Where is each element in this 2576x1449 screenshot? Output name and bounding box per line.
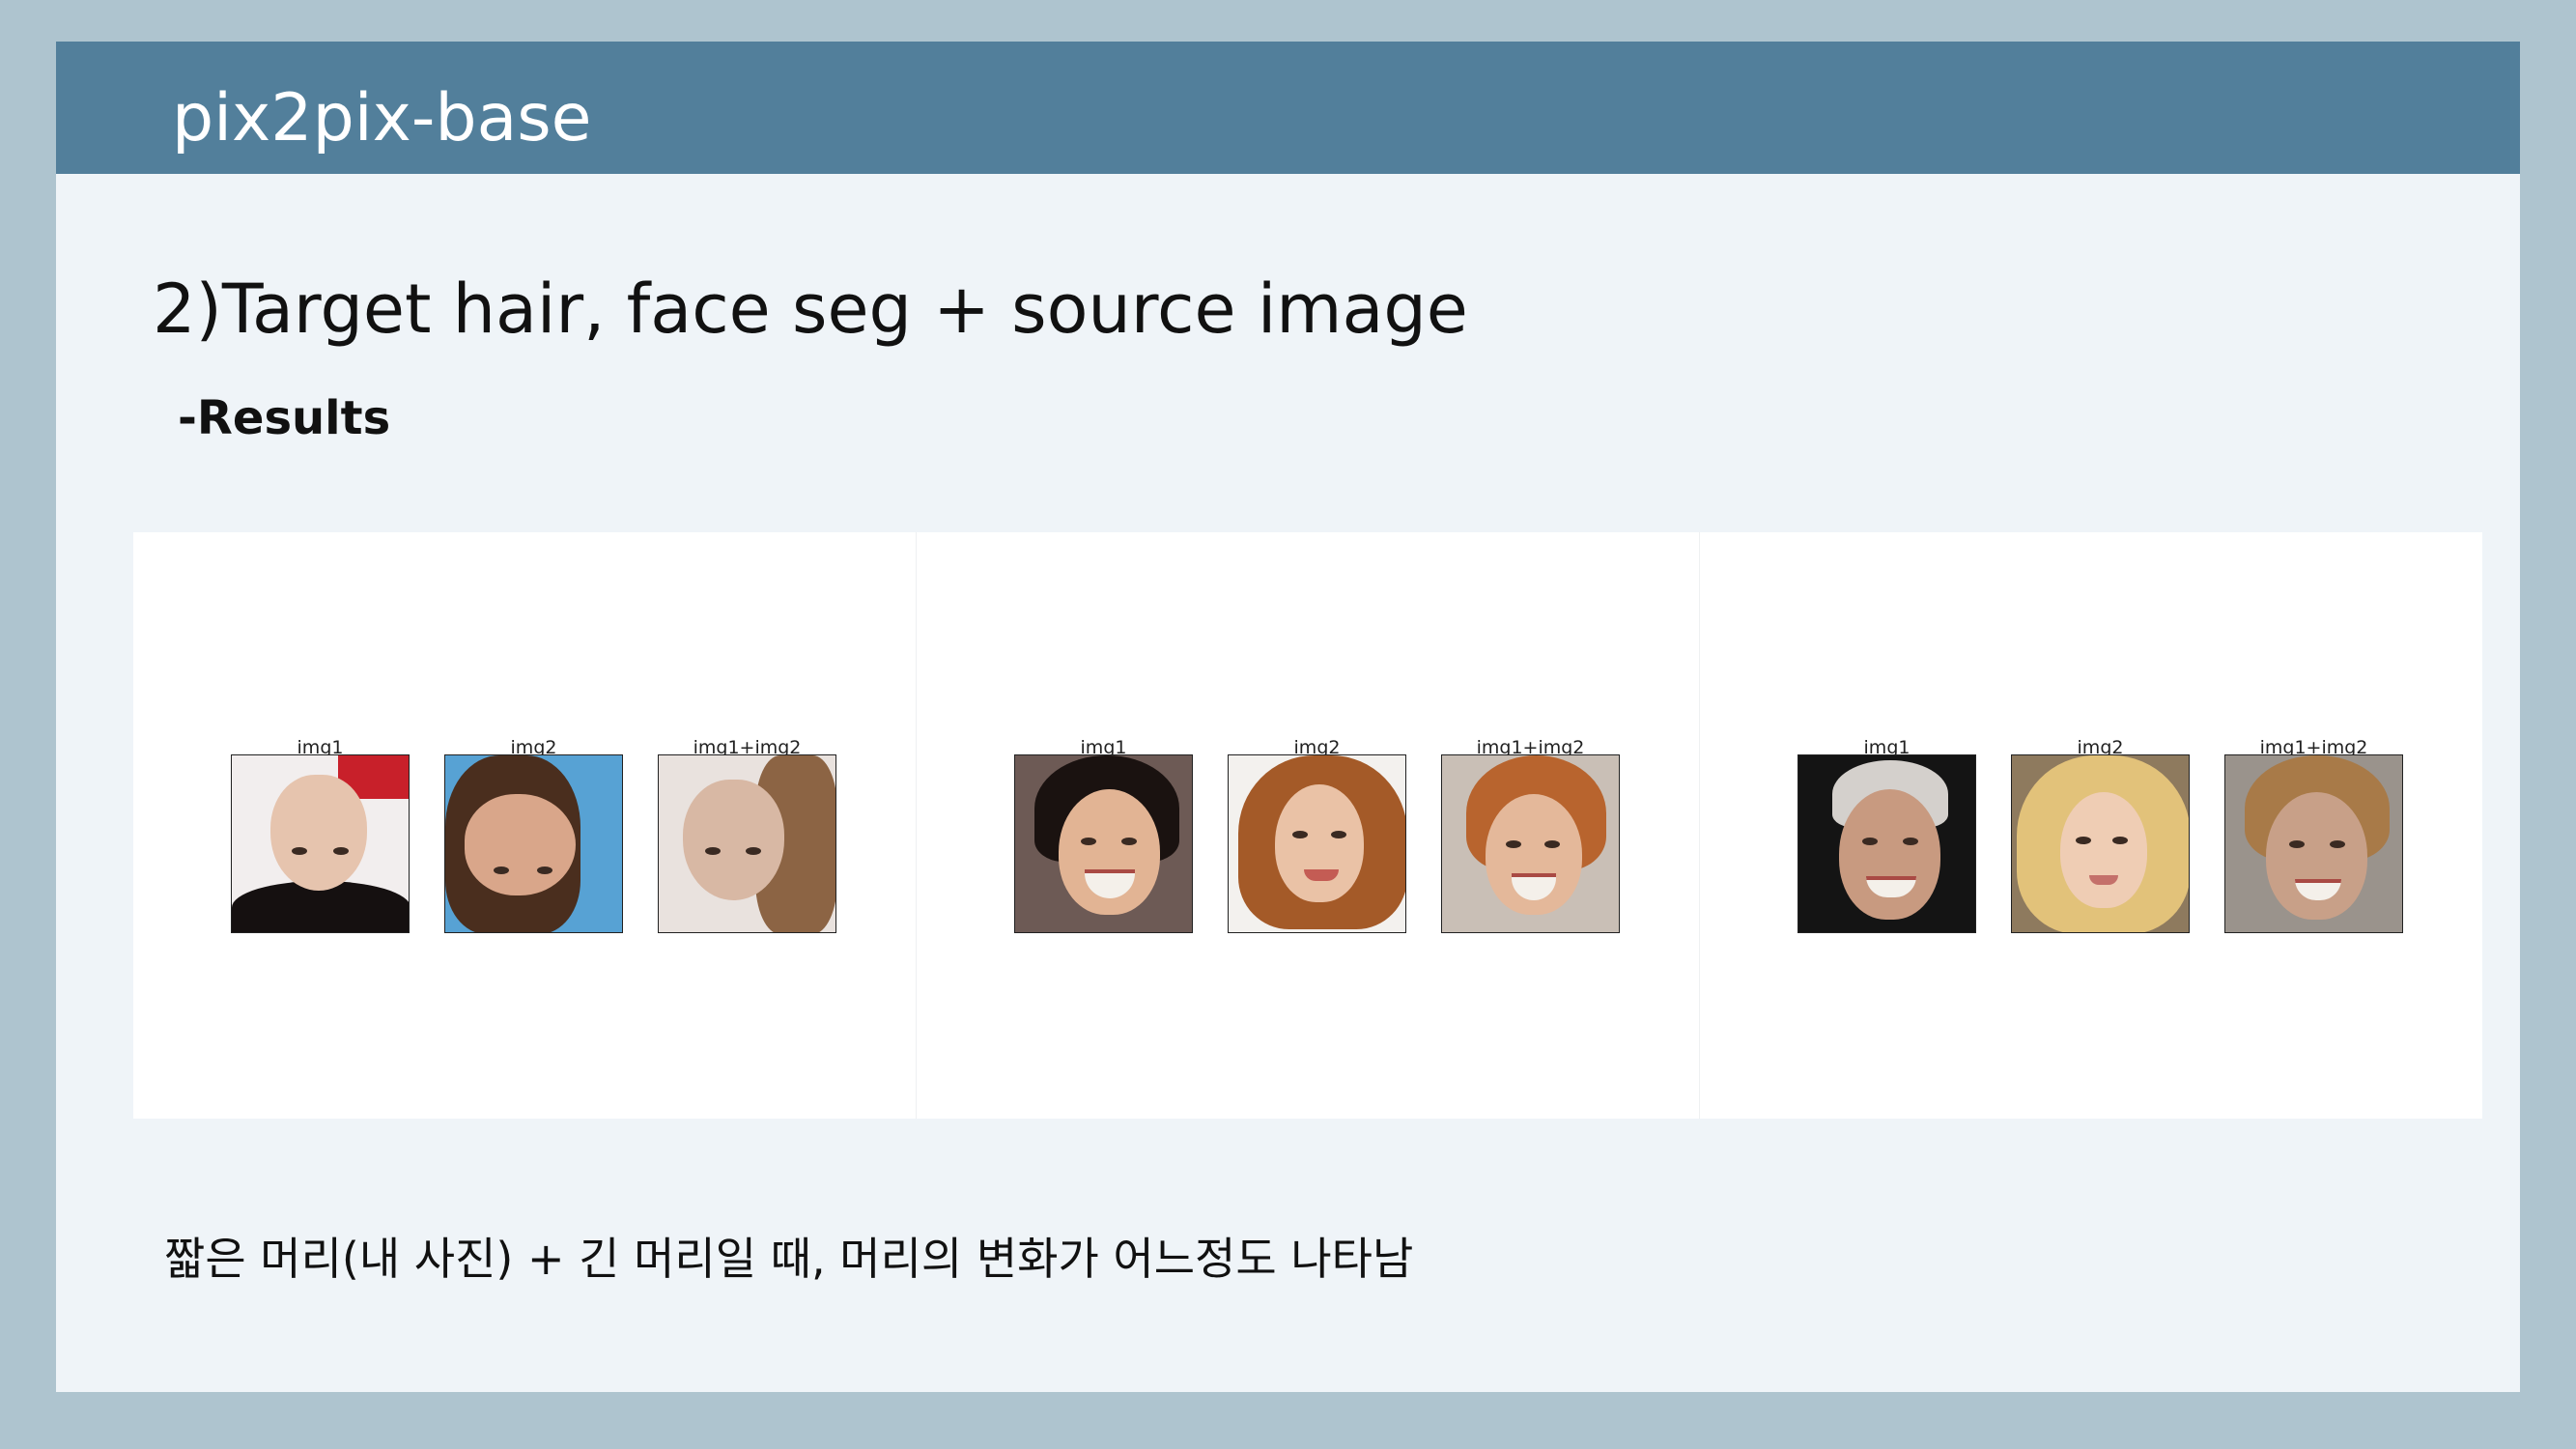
slide: pix2pix-base 2)Target hair, face seg + s… xyxy=(56,42,2520,1392)
results-strip: img1 img2 img1+img2 img1 img2 img1+img2 … xyxy=(133,532,2482,1119)
face-image xyxy=(444,754,623,933)
face-image xyxy=(1228,754,1406,933)
face-image xyxy=(231,754,410,933)
result-panel-3: img1 img2 img1+img2 xyxy=(1699,532,2482,1119)
result-panel-2: img1 img2 img1+img2 xyxy=(916,532,1699,1119)
section-heading: 2)Target hair, face seg + source image xyxy=(153,270,1468,349)
header-bar: pix2pix-base xyxy=(56,42,2520,174)
slide-title: pix2pix-base xyxy=(172,80,592,156)
face-image xyxy=(2011,754,2190,933)
face-image xyxy=(1014,754,1193,933)
result-panel-1: img1 img2 img1+img2 xyxy=(133,532,916,1119)
results-subheading: -Results xyxy=(178,391,391,445)
face-image xyxy=(658,754,836,933)
face-image xyxy=(1798,754,1976,933)
caption-text: 짧은 머리(내 사진) + 긴 머리일 때, 머리의 변화가 어느정도 나타남 xyxy=(164,1233,1414,1285)
face-image xyxy=(1441,754,1620,933)
face-image xyxy=(2224,754,2403,933)
